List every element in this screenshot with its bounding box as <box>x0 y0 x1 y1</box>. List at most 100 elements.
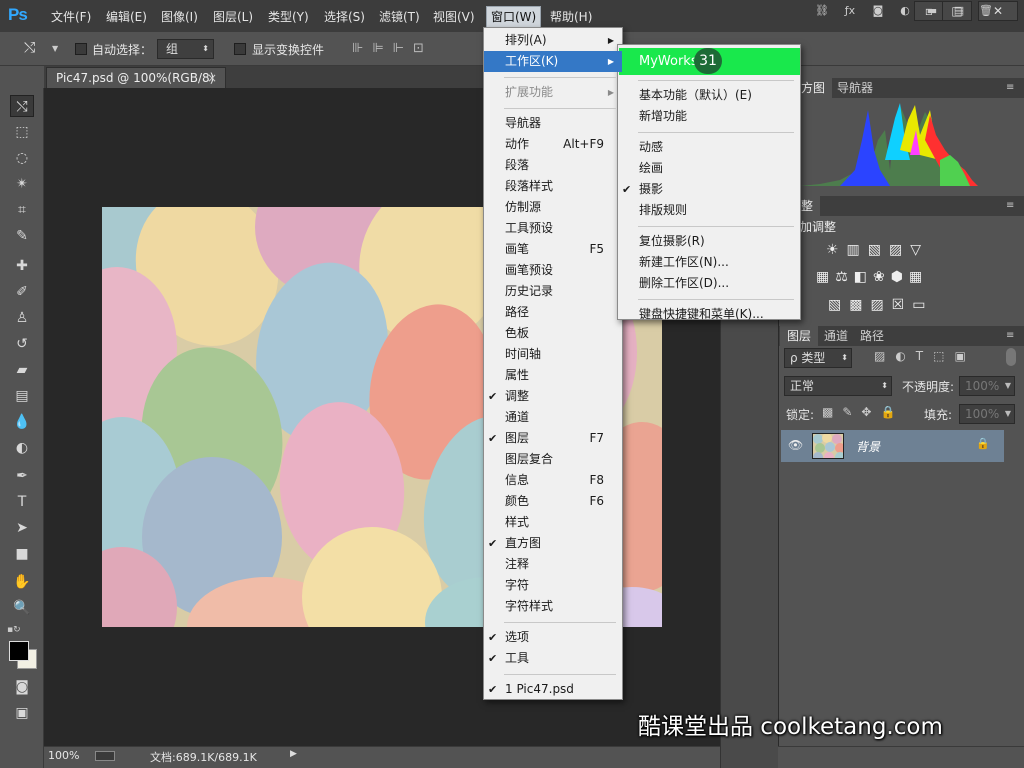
panel-menu-icon[interactable]: ≡ <box>1006 330 1018 342</box>
window-menu-item[interactable]: 字符 <box>484 575 622 596</box>
workspace-item[interactable]: 新增功能 <box>618 106 800 127</box>
panel-menu-icon[interactable]: ≡ <box>1006 82 1018 94</box>
move-tool-icon[interactable]: ⤭ <box>10 95 34 117</box>
default-colors-icon[interactable]: ▪↻ <box>7 625 21 635</box>
healing-brush-tool-icon[interactable]: ✚ <box>10 255 34 277</box>
workspace-item[interactable]: 键盘快捷键和菜单(K)... <box>618 304 800 325</box>
window-menu-item[interactable]: 历史记录 <box>484 281 622 302</box>
window-menu-item[interactable]: 图层复合 <box>484 449 622 470</box>
clone-stamp-tool-icon[interactable]: ♙ <box>10 307 34 329</box>
zoom-tool-icon[interactable]: 🔍 <box>10 597 34 619</box>
window-menu-item[interactable]: ✔ 选项 <box>484 627 622 648</box>
window-menu-item[interactable]: 排列(A) ▶ <box>484 30 622 51</box>
add-mask-icon[interactable]: ◙ <box>870 4 886 18</box>
document-tab[interactable]: Pic47.psd @ 100%(RGB/8) × <box>46 67 226 88</box>
tab-channels[interactable]: 通道 <box>817 326 855 346</box>
window-menu-item[interactable]: ✔ 调整 <box>484 386 622 407</box>
window-menu-item[interactable]: 样式 <box>484 512 622 533</box>
window-menu-item[interactable]: ✔ 工具 <box>484 648 622 669</box>
workspace-item[interactable]: 动感 <box>618 137 800 158</box>
new-group-icon[interactable]: ▬ <box>924 4 940 18</box>
window-menu-item[interactable]: 动作 Alt+F9 <box>484 134 622 155</box>
adjust-row-2-icons[interactable]: ▦⚖◧❀⬢▦ <box>816 269 976 285</box>
adjustment-layer-icon[interactable]: ◐ <box>897 4 913 18</box>
opacity-field[interactable]: 100% ▼ <box>959 376 1015 396</box>
window-menu-item[interactable]: 段落样式 <box>484 176 622 197</box>
layer-style-icon[interactable]: ƒx <box>842 4 858 18</box>
window-menu-item[interactable]: 信息 F8 <box>484 470 622 491</box>
link-layers-icon[interactable]: ⛓ <box>814 4 830 18</box>
window-menu-item[interactable]: 注释 <box>484 554 622 575</box>
layer-filter-icons[interactable]: ▨◐T⬚▣ <box>874 349 976 363</box>
adjust-row-1-icons[interactable]: ☀▥▧▨▽ <box>826 242 976 258</box>
window-menu-item[interactable]: 色板 <box>484 323 622 344</box>
move-tool-icon[interactable]: ⤭ <box>24 40 35 56</box>
rectangle-tool-icon[interactable]: ■ <box>10 543 34 565</box>
menu-9[interactable]: 窗口(W) <box>486 6 542 28</box>
auto-select-dropdown[interactable]: 组 ⬍ <box>157 39 214 59</box>
gradient-tool-icon[interactable]: ▤ <box>10 385 34 407</box>
magic-wand-tool-icon[interactable]: ✴ <box>10 173 34 195</box>
marquee-tool-icon[interactable]: ⬚ <box>10 121 34 143</box>
window-menu-item[interactable]: 颜色 F6 <box>484 491 622 512</box>
delete-layer-icon[interactable]: 🗑 <box>978 4 994 18</box>
menu-2[interactable]: 编辑(E) <box>102 8 151 26</box>
tool-preset-dropdown-icon[interactable]: ▼ <box>52 44 58 53</box>
history-brush-tool-icon[interactable]: ↺ <box>10 333 34 355</box>
menu-6[interactable]: 选择(S) <box>320 8 369 26</box>
window-menu-item[interactable]: 工作区(K) ▶ <box>484 51 622 72</box>
workspace-item[interactable]: 绘画 <box>618 158 800 179</box>
filter-toggle[interactable] <box>1006 348 1016 366</box>
quick-mask-icon[interactable]: ◙ <box>10 676 34 698</box>
layer-kind-filter[interactable]: ρ 类型 ⬍ <box>784 348 852 368</box>
show-transform-checkbox[interactable] <box>234 43 246 55</box>
align-icons[interactable]: ⊪⊫⊩⊡ <box>352 41 433 56</box>
workspace-item[interactable]: 排版规则 <box>618 200 800 221</box>
menu-8[interactable]: 视图(V) <box>429 8 479 26</box>
window-menu-item[interactable]: 属性 <box>484 365 622 386</box>
menu-4[interactable]: 图层(L) <box>209 8 257 26</box>
window-menu-item[interactable]: ✔ 1 Pic47.psd <box>484 679 622 700</box>
window-menu-item[interactable]: 路径 <box>484 302 622 323</box>
lock-icons[interactable]: ▩✎✥🔒 <box>822 405 904 419</box>
window-menu-item[interactable]: ✔ 直方图 <box>484 533 622 554</box>
auto-select-checkbox[interactable] <box>75 43 87 55</box>
workspace-item[interactable]: ✔ 摄影 <box>618 179 800 200</box>
lasso-tool-icon[interactable]: ◌ <box>10 147 34 169</box>
menu-1[interactable]: 文件(F) <box>47 8 95 26</box>
zoom-level[interactable]: 100% <box>48 749 79 762</box>
window-menu-item[interactable]: 工具预设 <box>484 218 622 239</box>
window-menu-item[interactable]: 段落 <box>484 155 622 176</box>
workspace-item[interactable]: 删除工作区(D)... <box>618 273 800 294</box>
menu-10[interactable]: 帮助(H) <box>546 8 596 26</box>
window-menu-item[interactable]: 导航器 <box>484 113 622 134</box>
tab-layers[interactable]: 图层 <box>780 326 819 346</box>
window-menu-item[interactable]: 时间轴 <box>484 344 622 365</box>
window-menu-item[interactable]: 仿制源 <box>484 197 622 218</box>
eraser-tool-icon[interactable]: ▰ <box>10 359 34 381</box>
panel-menu-icon[interactable]: ≡ <box>1006 200 1018 212</box>
window-menu-item[interactable]: 画笔 F5 <box>484 239 622 260</box>
tab-close-icon[interactable]: × <box>207 68 217 88</box>
adjust-row-3-icons[interactable]: ▧▩▨☒▭ <box>828 297 978 313</box>
status-arrow-icon[interactable]: ▶ <box>290 749 297 759</box>
menu-5[interactable]: 类型(Y) <box>264 8 313 26</box>
type-tool-icon[interactable]: T <box>10 491 34 513</box>
path-selection-tool-icon[interactable]: ➤ <box>10 517 34 539</box>
menu-3[interactable]: 图像(I) <box>157 8 202 26</box>
crop-tool-icon[interactable]: ⌗ <box>10 199 34 221</box>
screen-mode-icon[interactable]: ▣ <box>10 702 34 724</box>
foreground-color-swatch[interactable] <box>9 641 29 661</box>
blend-mode-dropdown[interactable]: 正常 ⬍ <box>784 376 892 396</box>
blur-tool-icon[interactable]: 💧 <box>10 411 34 433</box>
tab-paths[interactable]: 路径 <box>853 326 891 346</box>
fill-field[interactable]: 100% ▼ <box>959 404 1015 424</box>
pen-tool-icon[interactable]: ✒ <box>10 465 34 487</box>
brush-tool-icon[interactable]: ✐ <box>10 281 34 303</box>
workspace-item[interactable]: 新建工作区(N)... <box>618 252 800 273</box>
window-menu-item[interactable]: 画笔预设 <box>484 260 622 281</box>
window-menu-item[interactable]: 扩展功能 ▶ <box>484 82 622 103</box>
dodge-tool-icon[interactable]: ◐ <box>10 437 34 459</box>
workspace-item[interactable]: 基本功能（默认）(E) <box>618 85 800 106</box>
visibility-eye-icon[interactable]: 👁 <box>788 438 803 452</box>
